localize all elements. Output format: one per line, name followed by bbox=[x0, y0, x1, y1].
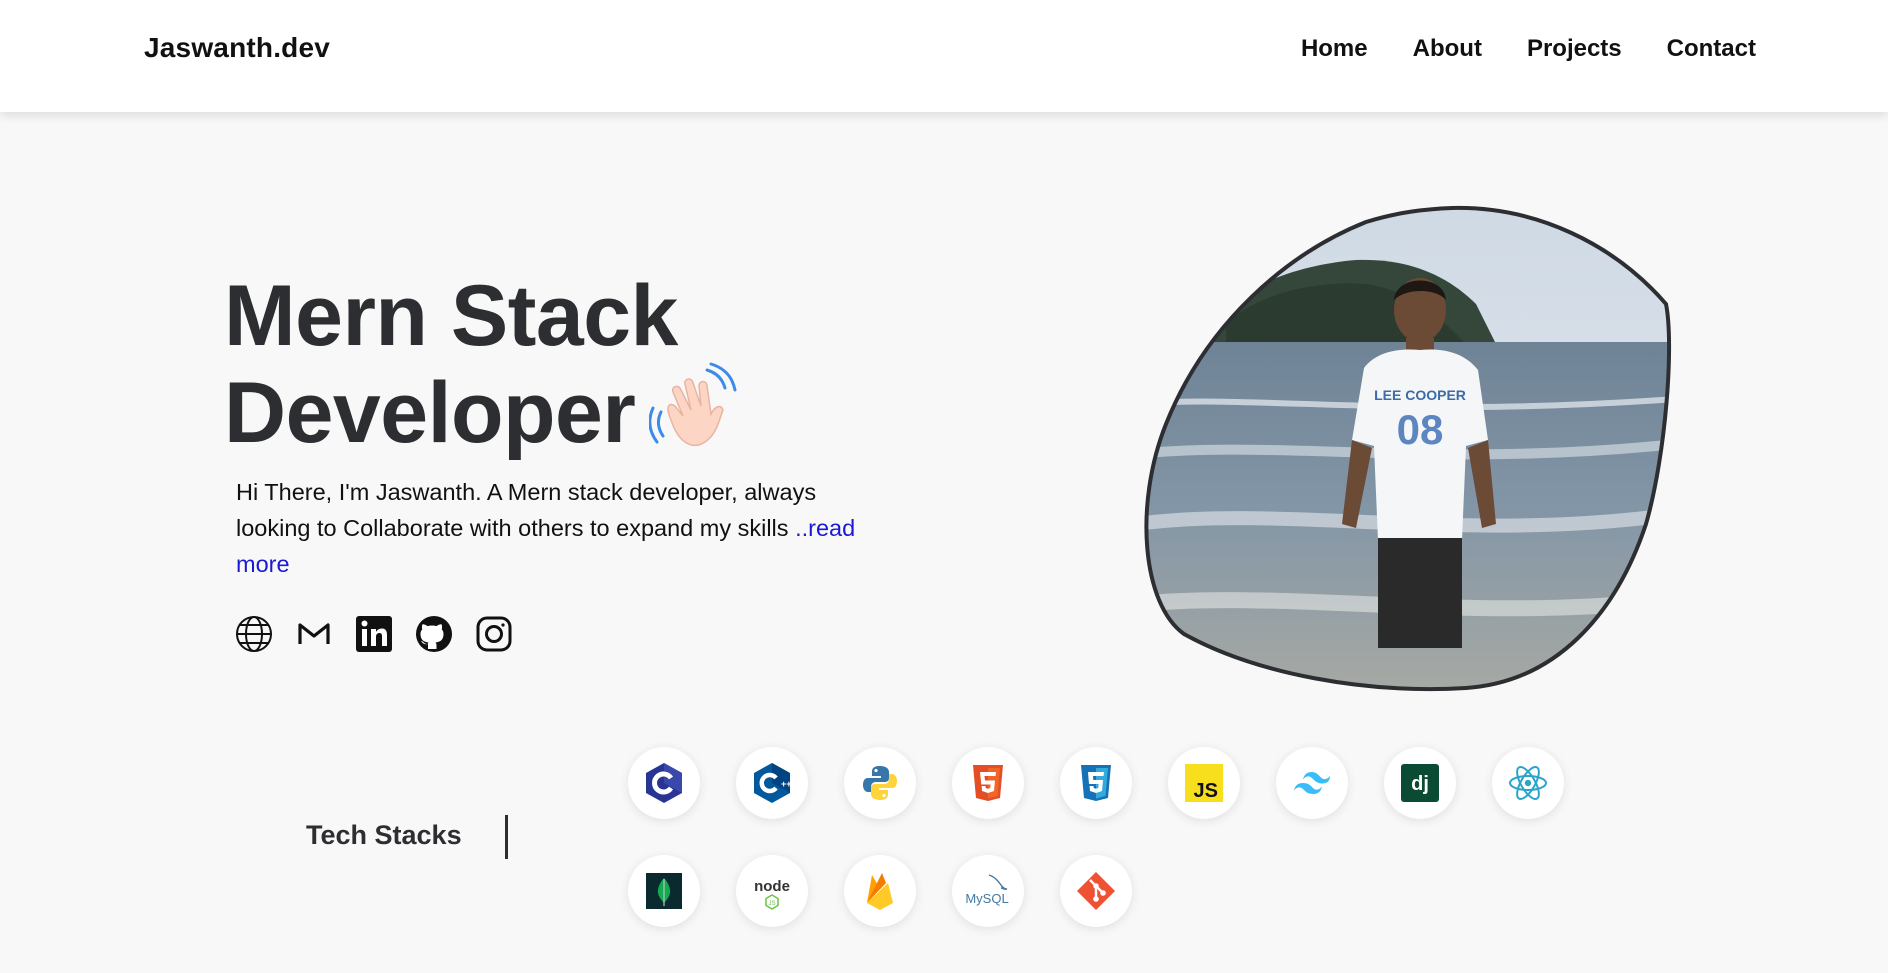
hero-title-line-2-wrap: Developer bbox=[224, 362, 741, 471]
javascript-icon-text: JS bbox=[1194, 780, 1218, 802]
svg-text:JS: JS bbox=[768, 901, 775, 907]
profile-photo: LEE COOPER 08 bbox=[1136, 204, 1676, 694]
nav-links: Home About Projects Contact bbox=[1301, 35, 1756, 63]
tech-stacks-label: Tech Stacks bbox=[306, 820, 462, 850]
git-icon bbox=[1060, 855, 1132, 927]
css3-icon bbox=[1060, 747, 1132, 819]
tailwind-icon bbox=[1276, 747, 1348, 819]
c-icon bbox=[628, 747, 700, 819]
social-links bbox=[234, 614, 514, 654]
intro-text: Hi There, I'm Jaswanth. A Mern stack dev… bbox=[236, 474, 886, 582]
navbar: Jaswanth.dev Home About Projects Contact bbox=[0, 0, 1888, 112]
react-icon bbox=[1492, 747, 1564, 819]
svg-text:LEE COOPER: LEE COOPER bbox=[1374, 387, 1466, 403]
gmail-icon[interactable] bbox=[294, 614, 334, 654]
mysql-icon-text: MySQL bbox=[965, 891, 1008, 906]
hero-title-line-2: Developer bbox=[224, 365, 636, 461]
nav-link-contact[interactable]: Contact bbox=[1667, 35, 1756, 63]
python-icon bbox=[844, 747, 916, 819]
instagram-icon[interactable] bbox=[474, 614, 514, 654]
svg-text:++: ++ bbox=[781, 779, 792, 789]
hero-title-line-1: Mern Stack bbox=[224, 268, 678, 364]
mysql-icon: MySQL bbox=[952, 855, 1024, 927]
intro-body: Hi There, I'm Jaswanth. A Mern stack dev… bbox=[236, 479, 817, 541]
nodejs-icon-text: node bbox=[754, 878, 790, 895]
hero-title: Mern Stack Developer bbox=[224, 270, 741, 471]
waving-hand-icon bbox=[648, 362, 741, 471]
html5-icon bbox=[952, 747, 1024, 819]
cplusplus-icon: ++ bbox=[736, 747, 808, 819]
svg-text:08: 08 bbox=[1397, 406, 1444, 453]
django-icon: dj bbox=[1384, 747, 1456, 819]
firebase-icon bbox=[844, 855, 916, 927]
tech-stacks-divider bbox=[505, 815, 508, 859]
brand-logo[interactable]: Jaswanth.dev bbox=[144, 32, 330, 64]
github-icon[interactable] bbox=[414, 614, 454, 654]
nav-link-home[interactable]: Home bbox=[1301, 35, 1368, 63]
nav-link-projects[interactable]: Projects bbox=[1527, 35, 1622, 63]
nav-link-about[interactable]: About bbox=[1413, 35, 1482, 63]
mongodb-icon bbox=[628, 855, 700, 927]
globe-icon[interactable] bbox=[234, 614, 274, 654]
django-icon-text: dj bbox=[1411, 773, 1429, 795]
javascript-icon: JS bbox=[1168, 747, 1240, 819]
nodejs-icon: node JS bbox=[736, 855, 808, 927]
linkedin-icon[interactable] bbox=[354, 614, 394, 654]
